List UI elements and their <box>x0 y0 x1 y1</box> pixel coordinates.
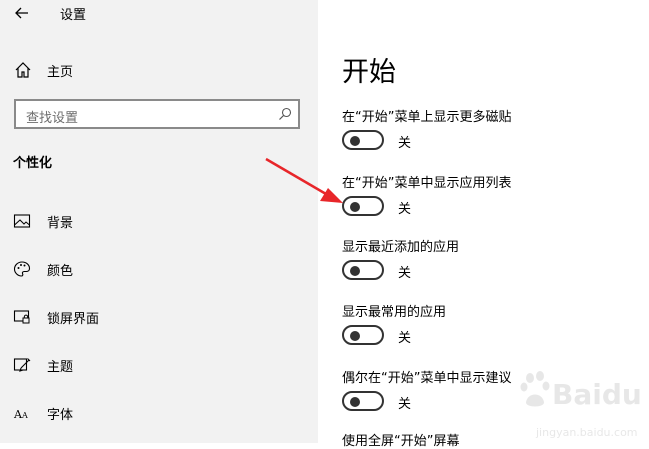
lock-screen-icon <box>13 310 30 324</box>
setting-suggestions: 偶尔在“开始”菜单中显示建议 关 <box>342 367 642 412</box>
back-button[interactable] <box>10 2 34 24</box>
search-icon <box>279 107 292 120</box>
app-title: 设置 <box>60 8 87 23</box>
page-title: 开始 <box>342 57 396 88</box>
toggle-state: 关 <box>398 202 412 217</box>
sidebar-item-lock-screen[interactable]: 锁屏界面 <box>0 302 318 332</box>
toggle-state: 关 <box>398 266 412 281</box>
setting-most-used: 显示最常用的应用 关 <box>342 301 642 346</box>
toggle-state: 关 <box>398 397 412 412</box>
toggle-switch[interactable] <box>342 130 384 150</box>
sidebar-item-label: 主题 <box>47 360 74 375</box>
sidebar-item-label: 主页 <box>47 65 74 80</box>
sidebar: 设置 主页 查找设置 个性化 背景 颜色 锁屏界面 主题 A A 字体 <box>0 0 318 443</box>
section-title: 个性化 <box>13 156 53 171</box>
toggle-knob <box>350 266 360 276</box>
toggle-knob <box>350 136 360 146</box>
toggle-switch[interactable] <box>342 391 384 411</box>
sidebar-item-home[interactable]: 主页 <box>0 56 318 84</box>
setting-full-screen-start: 使用全屏“开始”屏幕 <box>342 430 642 449</box>
toggle-switch[interactable] <box>342 260 384 280</box>
toggle-knob <box>350 397 360 407</box>
back-arrow-icon <box>15 7 28 19</box>
search-placeholder: 查找设置 <box>26 111 79 126</box>
search-input[interactable]: 查找设置 <box>14 99 300 129</box>
setting-label: 在“开始”菜单上显示更多磁贴 <box>342 110 512 125</box>
font-icon: A A <box>13 408 28 421</box>
setting-app-list: 在“开始”菜单中显示应用列表 关 <box>342 172 642 217</box>
sidebar-item-label: 背景 <box>47 216 74 231</box>
toggle-state: 关 <box>398 136 412 151</box>
toggle-knob <box>350 331 360 341</box>
setting-label: 使用全屏“开始”屏幕 <box>342 434 460 449</box>
setting-label: 显示最近添加的应用 <box>342 240 460 255</box>
toggle-knob <box>350 202 360 212</box>
main-panel: 开始 在“开始”菜单上显示更多磁贴 关 在“开始”菜单中显示应用列表 关 显示最… <box>318 0 649 449</box>
toggle-switch[interactable] <box>342 196 384 216</box>
home-icon <box>15 62 31 78</box>
setting-more-tiles: 在“开始”菜单上显示更多磁贴 关 <box>342 106 642 151</box>
sidebar-item-themes[interactable]: 主题 <box>0 350 318 380</box>
sidebar-item-colors[interactable]: 颜色 <box>0 254 318 284</box>
sidebar-item-fonts[interactable]: A A 字体 <box>0 398 318 428</box>
toggle-switch[interactable] <box>342 325 384 345</box>
setting-label: 显示最常用的应用 <box>342 305 447 320</box>
palette-icon <box>13 261 31 277</box>
sidebar-item-label: 颜色 <box>47 264 74 279</box>
setting-label: 在“开始”菜单中显示应用列表 <box>342 176 512 191</box>
svg-text:A: A <box>21 411 28 420</box>
sidebar-item-label: 字体 <box>47 408 74 423</box>
theme-icon <box>13 358 31 372</box>
setting-recently-added: 显示最近添加的应用 关 <box>342 236 642 281</box>
toggle-state: 关 <box>398 331 412 346</box>
sidebar-item-background[interactable]: 背景 <box>0 206 318 236</box>
setting-label: 偶尔在“开始”菜单中显示建议 <box>342 371 512 386</box>
image-icon <box>13 214 31 228</box>
sidebar-item-label: 锁屏界面 <box>47 312 100 327</box>
